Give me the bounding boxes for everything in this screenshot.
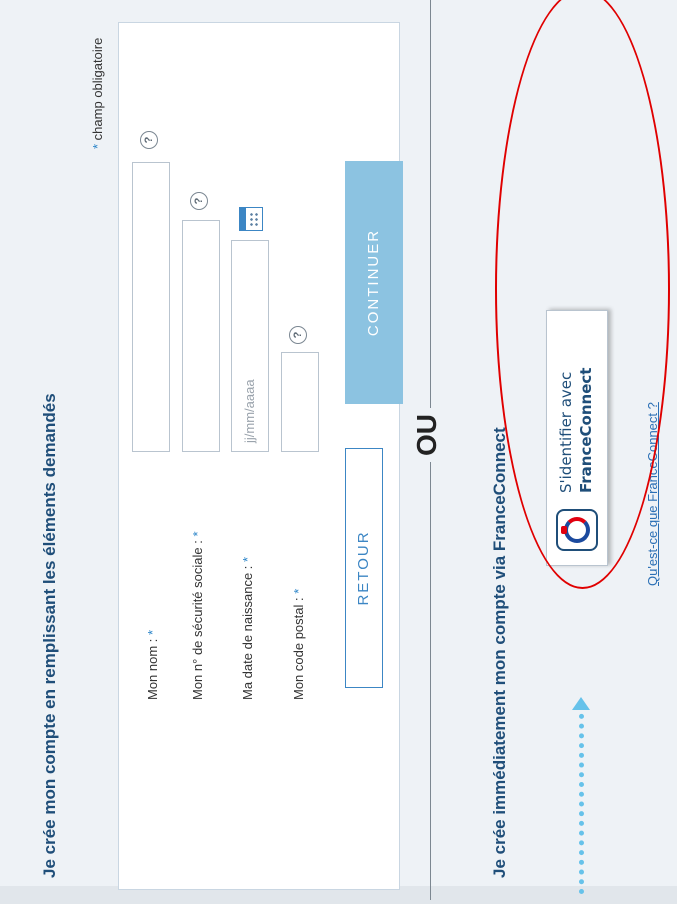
- securite-sociale-help-icon[interactable]: ?: [190, 192, 208, 210]
- code-postal-help-icon[interactable]: ?: [289, 326, 307, 344]
- nom-input[interactable]: [132, 162, 170, 452]
- retour-button[interactable]: RETOUR: [345, 448, 383, 688]
- code-postal-input[interactable]: [281, 352, 319, 452]
- securite-sociale-input[interactable]: [182, 220, 220, 452]
- rotated-page: Je crée mon compte en remplissant les él…: [0, 0, 677, 904]
- date-naissance-input[interactable]: jj/mm/aaaa: [231, 240, 269, 452]
- label-nom: Mon nom : *: [145, 630, 160, 700]
- signup-section-title: Je crée mon compte en remplissant les él…: [40, 393, 59, 878]
- nom-help-icon[interactable]: ?: [140, 131, 158, 149]
- label-nom-text: Mon nom :: [145, 638, 160, 700]
- label-code-postal: Mon code postal : *: [291, 589, 306, 700]
- label-date-naissance: Ma date de naissance : *: [240, 557, 255, 700]
- franceconnect-section-title: Je crée immédiatement mon compte via Fra…: [490, 427, 509, 878]
- label-nom-star: *: [145, 629, 160, 635]
- label-code-postal-text: Mon code postal :: [291, 597, 306, 700]
- label-securite-sociale: Mon n° de sécurité sociale : *: [190, 531, 205, 700]
- required-star: *: [90, 143, 105, 149]
- required-note-text: champ obligatoire: [90, 37, 105, 141]
- continuer-button[interactable]: CONTINUER: [345, 161, 403, 404]
- separator-ou: OU: [411, 408, 443, 462]
- annotation-ellipse: [495, 0, 670, 589]
- label-code-postal-star: *: [291, 588, 306, 594]
- label-securite-sociale-star: *: [190, 531, 205, 537]
- label-date-naissance-text: Ma date de naissance :: [240, 565, 255, 700]
- annotation-arrow-head: [572, 697, 590, 710]
- label-date-naissance-star: *: [240, 556, 255, 562]
- annotation-arrow-line: [579, 704, 584, 894]
- label-securite-sociale-text: Mon n° de sécurité sociale :: [190, 540, 205, 700]
- required-note: * champ obligatoire: [90, 38, 105, 149]
- calendar-icon[interactable]: [239, 207, 263, 231]
